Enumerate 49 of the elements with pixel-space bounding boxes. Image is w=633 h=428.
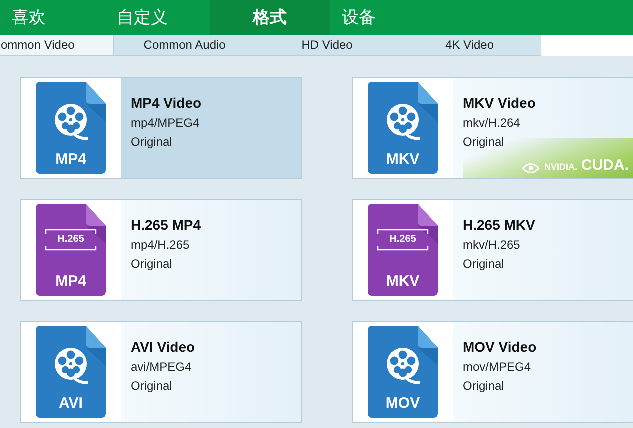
category-tab[interactable]: Common Audio — [114, 35, 256, 55]
quality-text: Original — [463, 257, 506, 271]
quality-text: Original — [463, 379, 506, 393]
format-card[interactable]: H.265 MP4 H.265 MP4 mp4/H.265 Original — [20, 199, 302, 301]
format-title: H.265 MP4 — [131, 217, 202, 233]
nav-tab[interactable]: 设备 — [330, 0, 435, 35]
quality-text: Original — [131, 379, 174, 393]
nav-tab[interactable]: 格式 — [210, 0, 330, 35]
format-title: MOV Video — [463, 339, 538, 355]
video-file-icon — [368, 82, 438, 174]
eye-logo-icon — [522, 163, 540, 174]
video-file-icon — [36, 326, 106, 418]
category-tab[interactable]: HD Video — [256, 35, 399, 55]
extension-label: MP4 — [54, 151, 88, 168]
extension-label: MKV — [385, 151, 421, 168]
extension-label: MOV — [384, 395, 422, 412]
codec-label: H.265 — [388, 234, 418, 245]
format-card[interactable]: MP4 MP4 Video mp4/MPEG4 Original — [20, 77, 302, 179]
nav-tab[interactable]: 自定义 — [105, 0, 210, 35]
codec-text: avi/MPEG4 — [131, 360, 193, 374]
technology-text: CUDA. — [582, 157, 629, 174]
codec-text: mp4/H.265 — [131, 238, 191, 252]
format-title: MP4 Video — [131, 95, 203, 111]
category-tab[interactable]: ommon Video — [0, 35, 114, 55]
format-title: AVI Video — [131, 339, 196, 355]
format-card[interactable]: MOV MOV Video mov/MPEG4 Original — [352, 321, 633, 423]
codec-text: mkv/H.264 — [463, 116, 522, 130]
video-file-icon — [368, 204, 438, 296]
extension-label: MP4 — [54, 273, 88, 290]
codec-text: mp4/MPEG4 — [131, 116, 201, 130]
brand-text: NVIDIA. — [544, 162, 578, 172]
quality-text: Original — [131, 257, 174, 271]
format-card[interactable]: AVI AVI Video avi/MPEG4 Original — [20, 321, 302, 423]
extension-label: MKV — [385, 273, 421, 290]
format-title: MKV Video — [463, 95, 537, 111]
quality-text: Original — [131, 135, 174, 149]
codec-text: mkv/H.265 — [463, 238, 522, 252]
quality-text: Original — [463, 135, 506, 149]
extension-label: AVI — [58, 395, 84, 412]
format-card[interactable]: H.265 MKV H.265 MKV mkv/H.265 Original — [352, 199, 633, 301]
video-file-icon — [36, 82, 106, 174]
nav-tab[interactable]: 喜欢 — [0, 0, 105, 35]
category-tab[interactable]: 4K Video — [398, 35, 541, 55]
video-file-icon — [368, 326, 438, 418]
codec-text: mov/MPEG4 — [463, 360, 532, 374]
video-file-icon — [36, 204, 106, 296]
format-title: H.265 MKV — [463, 217, 536, 233]
format-card[interactable]: MKV MKV Video mkv/H.264 Original NVIDIA. CUDA. — [352, 77, 633, 179]
codec-label: H.265 — [56, 234, 86, 245]
